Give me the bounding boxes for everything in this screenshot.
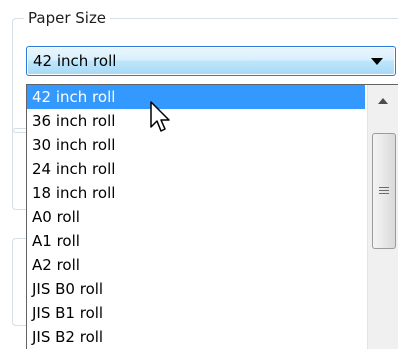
dropdown-option[interactable]: A0 roll	[27, 205, 365, 229]
paper-size-combobox[interactable]: 42 inch roll	[26, 46, 396, 76]
dropdown-option[interactable]: 42 inch roll	[27, 85, 365, 109]
dropdown-option[interactable]: 18 inch roll	[27, 181, 365, 205]
thumb-grip-line	[379, 187, 389, 188]
paper-size-dropdown-list[interactable]: 42 inch roll 36 inch roll 30 inch roll 24 i…	[26, 84, 398, 349]
thumb-grip-line	[379, 190, 389, 191]
dropdown-option[interactable]: 30 inch roll	[27, 133, 365, 157]
thumb-grip-line	[379, 193, 389, 194]
dropdown-option[interactable]: JIS B1 roll	[27, 301, 365, 325]
paper-size-dialog: Paper Size 42 inch roll 42 inch roll 36 i…	[0, 0, 398, 349]
mouse-pointer-icon	[150, 101, 170, 132]
dropdown-option[interactable]: A2 roll	[27, 253, 365, 277]
dropdown-options: 42 inch roll 36 inch roll 30 inch roll 24 i…	[27, 85, 365, 349]
dropdown-option[interactable]: JIS B2 roll	[27, 325, 365, 349]
combobox-selected-value: 42 inch roll	[33, 52, 117, 70]
dropdown-option[interactable]: 36 inch roll	[27, 109, 365, 133]
chevron-down-icon[interactable]	[371, 58, 383, 65]
scroll-up-arrow-icon	[378, 98, 388, 104]
paper-size-group-title: Paper Size	[24, 8, 111, 28]
dropdown-option[interactable]: 24 inch roll	[27, 157, 365, 181]
dropdown-option[interactable]: JIS B0 roll	[27, 277, 365, 301]
scroll-thumb[interactable]	[372, 133, 396, 249]
dropdown-option[interactable]: A1 roll	[27, 229, 365, 253]
scroll-up-button[interactable]	[368, 85, 398, 115]
dropdown-scrollbar[interactable]	[367, 85, 398, 349]
